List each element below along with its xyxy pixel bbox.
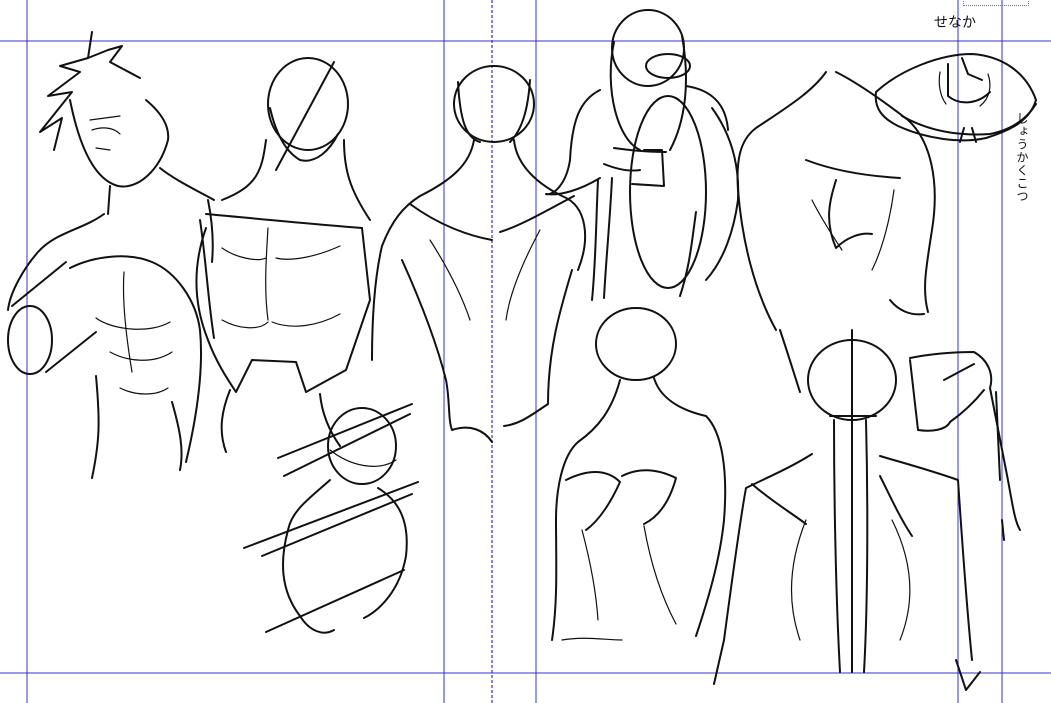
drawing-canvas[interactable]: せなか しょうかくこつ <box>0 0 1051 703</box>
corner-marker <box>963 0 1029 6</box>
sketch-layer <box>7 9 1037 691</box>
shoulder-turn-sketch <box>243 403 419 634</box>
scapula-top-view-sketch <box>874 53 1037 143</box>
arm-bone-sketch <box>909 351 1021 541</box>
raised-arm-back-sketch <box>545 9 740 301</box>
back-muscle-sketch <box>736 71 936 393</box>
back-torso-sketch <box>371 65 587 443</box>
back-three-quarter-sketch <box>551 307 727 641</box>
front-torso-sketch <box>195 57 371 453</box>
annotation-main-note: せなか <box>934 15 976 31</box>
annotation-side-note: しょうかくこつ <box>1015 112 1029 203</box>
character-torso-sketch <box>7 31 215 479</box>
spine-skeleton-sketch <box>713 329 981 691</box>
